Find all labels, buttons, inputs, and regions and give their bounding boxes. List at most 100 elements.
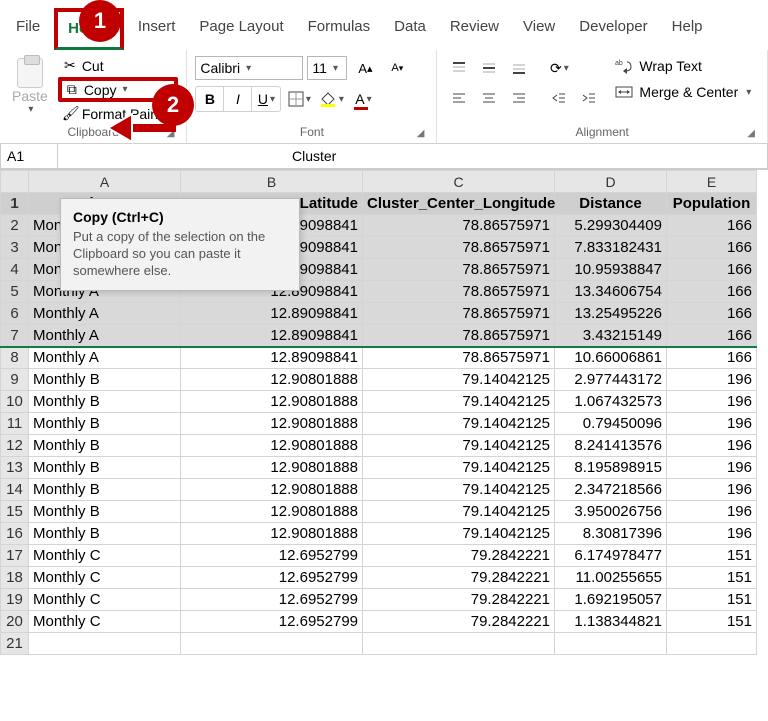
row-header[interactable]: 15 xyxy=(1,501,29,523)
tab-developer[interactable]: Developer xyxy=(569,10,657,48)
row-header[interactable]: 18 xyxy=(1,567,29,589)
cell[interactable]: 196 xyxy=(667,523,757,545)
table-row[interactable]: 12Monthly B12.9080188879.140421258.24141… xyxy=(1,435,757,457)
cell[interactable]: 166 xyxy=(667,259,757,281)
cell[interactable]: 79.14042125 xyxy=(363,501,555,523)
cell[interactable] xyxy=(667,633,757,655)
align-bottom-button[interactable] xyxy=(505,56,533,80)
cell[interactable]: 6.174978477 xyxy=(555,545,667,567)
row-header[interactable]: 9 xyxy=(1,369,29,391)
cell[interactable]: 151 xyxy=(667,589,757,611)
cell[interactable]: 78.86575971 xyxy=(363,215,555,237)
table-row[interactable]: 13Monthly B12.9080188879.140421258.19589… xyxy=(1,457,757,479)
row-header[interactable]: 20 xyxy=(1,611,29,633)
cell[interactable]: 7.833182431 xyxy=(555,237,667,259)
cell[interactable]: 12.6952799 xyxy=(181,545,363,567)
table-row[interactable]: 8Monthly A12.8909884178.8657597110.66006… xyxy=(1,347,757,369)
italic-button[interactable]: I xyxy=(224,87,252,111)
borders-button[interactable]: ▾ xyxy=(285,87,313,111)
row-header[interactable]: 2 xyxy=(1,215,29,237)
wrap-text-button[interactable]: ab Wrap Text xyxy=(611,56,755,76)
row-header[interactable]: 7 xyxy=(1,325,29,347)
tab-help[interactable]: Help xyxy=(662,10,713,48)
align-center-button[interactable] xyxy=(475,86,503,110)
cell[interactable]: 166 xyxy=(667,237,757,259)
name-box[interactable]: A1 xyxy=(0,144,58,169)
header-cell[interactable]: Cluster_Center_Longitude xyxy=(363,193,555,215)
cell[interactable]: 78.86575971 xyxy=(363,347,555,369)
row-header[interactable]: 4 xyxy=(1,259,29,281)
align-top-button[interactable] xyxy=(445,56,473,80)
cell[interactable]: Monthly B xyxy=(29,523,181,545)
tab-page-layout[interactable]: Page Layout xyxy=(189,10,293,48)
cell[interactable]: 12.90801888 xyxy=(181,457,363,479)
dialog-launcher-icon[interactable]: ◢ xyxy=(747,128,755,139)
cell[interactable]: 78.86575971 xyxy=(363,325,555,347)
font-size-combo[interactable]: 11 ▾ xyxy=(307,56,347,80)
align-left-button[interactable] xyxy=(445,86,473,110)
cell[interactable]: 166 xyxy=(667,325,757,347)
cell[interactable]: 79.2842221 xyxy=(363,567,555,589)
cell[interactable]: 3.43215149 xyxy=(555,325,667,347)
cell[interactable]: 151 xyxy=(667,611,757,633)
cell[interactable]: 151 xyxy=(667,545,757,567)
cell[interactable]: 166 xyxy=(667,215,757,237)
select-all-corner[interactable] xyxy=(1,171,29,193)
table-row[interactable]: 6Monthly A12.8909884178.8657597113.25495… xyxy=(1,303,757,325)
cell[interactable]: Monthly B xyxy=(29,413,181,435)
cell[interactable]: 1.138344821 xyxy=(555,611,667,633)
cell[interactable]: 78.86575971 xyxy=(363,303,555,325)
cell[interactable]: 8.30817396 xyxy=(555,523,667,545)
cell[interactable]: 11.00255655 xyxy=(555,567,667,589)
cell[interactable]: 1.067432573 xyxy=(555,391,667,413)
cell[interactable]: 1.692195057 xyxy=(555,589,667,611)
cell[interactable]: 12.90801888 xyxy=(181,369,363,391)
cell[interactable] xyxy=(363,633,555,655)
table-row[interactable]: 20Monthly C12.695279979.28422211.1383448… xyxy=(1,611,757,633)
table-row[interactable]: 19Monthly C12.695279979.28422211.6921950… xyxy=(1,589,757,611)
font-name-combo[interactable]: Calibri ▾ xyxy=(195,56,303,80)
row-header[interactable]: 10 xyxy=(1,391,29,413)
cell[interactable]: 79.14042125 xyxy=(363,479,555,501)
col-header-A[interactable]: A xyxy=(29,171,181,193)
table-row[interactable]: 14Monthly B12.9080188879.140421252.34721… xyxy=(1,479,757,501)
cell[interactable] xyxy=(181,633,363,655)
cell[interactable]: Monthly B xyxy=(29,435,181,457)
increase-indent-button[interactable] xyxy=(575,86,603,110)
bold-button[interactable]: B xyxy=(196,87,224,111)
cell[interactable]: Monthly A xyxy=(29,325,181,347)
cell[interactable]: 166 xyxy=(667,281,757,303)
cell[interactable]: Monthly C xyxy=(29,567,181,589)
col-header-E[interactable]: E xyxy=(667,171,757,193)
cell[interactable]: 166 xyxy=(667,347,757,369)
cell[interactable]: 12.90801888 xyxy=(181,523,363,545)
cell[interactable] xyxy=(555,633,667,655)
cell[interactable]: 2.977443172 xyxy=(555,369,667,391)
row-header[interactable]: 16 xyxy=(1,523,29,545)
cell[interactable]: 196 xyxy=(667,413,757,435)
cell[interactable]: 79.14042125 xyxy=(363,369,555,391)
cell[interactable]: 13.25495226 xyxy=(555,303,667,325)
cell[interactable]: Monthly C xyxy=(29,589,181,611)
table-row[interactable]: 18Monthly C12.695279979.284222111.002556… xyxy=(1,567,757,589)
row-header[interactable]: 17 xyxy=(1,545,29,567)
cell[interactable]: 3.950026756 xyxy=(555,501,667,523)
decrease-indent-button[interactable] xyxy=(545,86,573,110)
row-header[interactable]: 13 xyxy=(1,457,29,479)
tab-review[interactable]: Review xyxy=(440,10,509,48)
cell[interactable]: 79.2842221 xyxy=(363,611,555,633)
cell[interactable]: 0.79450096 xyxy=(555,413,667,435)
cell[interactable]: 8.241413576 xyxy=(555,435,667,457)
cell[interactable]: 10.66006861 xyxy=(555,347,667,369)
row-header[interactable]: 12 xyxy=(1,435,29,457)
table-row[interactable]: 17Monthly C12.695279979.28422216.1749784… xyxy=(1,545,757,567)
cell[interactable]: 79.2842221 xyxy=(363,545,555,567)
cell[interactable] xyxy=(29,633,181,655)
cell[interactable]: 10.95938847 xyxy=(555,259,667,281)
cell[interactable]: Monthly A xyxy=(29,303,181,325)
cell[interactable]: 12.90801888 xyxy=(181,391,363,413)
cell[interactable]: 13.34606754 xyxy=(555,281,667,303)
table-row[interactable]: 15Monthly B12.9080188879.140421253.95002… xyxy=(1,501,757,523)
table-row[interactable]: 9Monthly B12.9080188879.140421252.977443… xyxy=(1,369,757,391)
cell[interactable]: 196 xyxy=(667,457,757,479)
